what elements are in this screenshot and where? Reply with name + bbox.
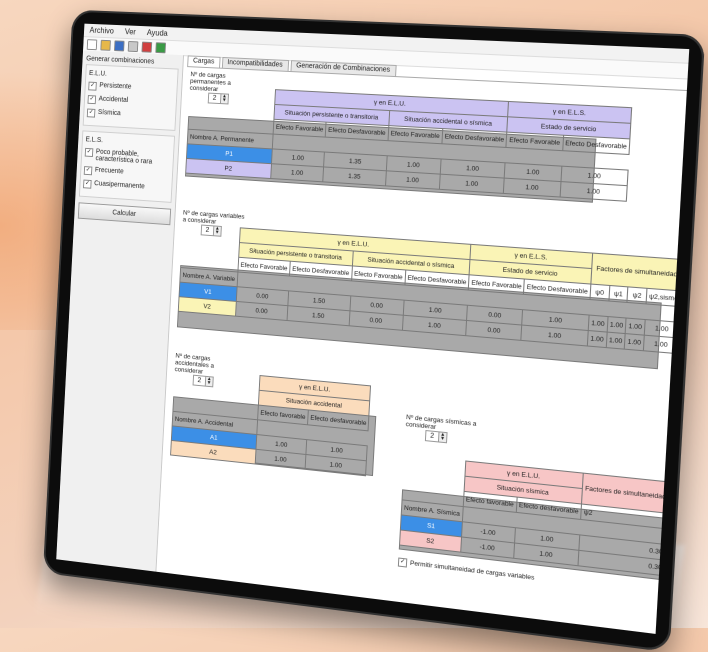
permanent-table: γ en E.L.U. γ en E.L.S. Situación persis… <box>185 85 632 202</box>
menu-ayuda[interactable]: Ayuda <box>147 28 168 38</box>
menu-archivo[interactable]: Archivo <box>89 26 114 36</box>
checkbox-icon[interactable]: ✓ <box>83 166 93 176</box>
monitor-frame: Archivo Ver Ayuda Generar combinaciones … <box>42 9 706 652</box>
tab-cargas[interactable]: Cargas <box>187 55 221 68</box>
excel-export-icon[interactable] <box>155 41 167 53</box>
calculate-button[interactable]: Calcular <box>77 202 172 226</box>
checkbox-icon[interactable]: ✓ <box>397 557 408 568</box>
stepper-value[interactable]: 2 <box>426 432 438 440</box>
pdf-export-icon[interactable] <box>141 41 153 53</box>
cell[interactable]: 1.00 <box>270 163 324 182</box>
cell[interactable]: 1.00 <box>606 316 627 334</box>
cell[interactable]: 1.00 <box>587 330 607 348</box>
cell[interactable]: 1.00 <box>385 170 441 190</box>
els-group: E.L.S. ✓ Poco probable, característica o … <box>78 130 176 203</box>
cell[interactable]: 1.00 <box>624 333 645 351</box>
cell[interactable]: 1.00 <box>605 332 626 350</box>
checkbox-icon[interactable]: ✓ <box>83 179 92 189</box>
cell[interactable]: 1.00 <box>643 335 679 354</box>
print-icon[interactable] <box>127 40 139 52</box>
check-label: Frecuente <box>94 166 124 176</box>
seismic-table: γ en E.L.U. Factores de simultaneidad Si… <box>399 454 670 576</box>
cell[interactable]: 1.35 <box>322 166 387 186</box>
check-label: Sísmica <box>97 109 121 118</box>
check-label: Cuasipermanente <box>94 180 145 191</box>
var-psi0: ψ0 <box>589 284 610 301</box>
tab-incompatibilidades[interactable]: Incompatibilidades <box>221 56 289 71</box>
app-window: Archivo Ver Ayuda Generar combinaciones … <box>56 23 690 634</box>
check-poco-probable[interactable]: ✓ Poco probable, característica o rara <box>84 147 170 167</box>
var-psi2: ψ2 <box>627 286 647 304</box>
cell[interactable]: 1.00 <box>625 318 646 336</box>
check-accidental[interactable]: ✓ Accidental <box>87 95 173 108</box>
accidental-table: γ en E.L.U. Situación accidental Efecto … <box>170 367 371 476</box>
check-frecuente[interactable]: ✓ Frecuente <box>83 166 170 180</box>
checkbox-icon[interactable]: ✓ <box>87 95 97 105</box>
checkbox-icon[interactable]: ✓ <box>86 108 96 118</box>
stepper-arrows-icon[interactable]: ▲ ▼ <box>437 431 447 443</box>
save-disk-icon[interactable] <box>114 39 125 51</box>
menu-ver[interactable]: Ver <box>125 27 136 36</box>
check-persistente[interactable]: ✓ Persistente <box>88 81 174 95</box>
elu-header: E.L.U. <box>88 70 107 78</box>
checkbox-icon[interactable]: ✓ <box>88 81 97 91</box>
check-sismica[interactable]: ✓ Sísmica <box>86 108 173 122</box>
new-file-icon[interactable] <box>86 38 98 50</box>
els-header: E.L.S. <box>85 136 104 145</box>
main-area: Cargas Incompatibilidades Generación de … <box>160 55 688 634</box>
seismic-count-stepper[interactable]: 2 ▲ ▼ <box>424 430 448 444</box>
cell[interactable]: 1.00 <box>503 178 561 197</box>
open-folder-icon[interactable] <box>100 39 111 51</box>
check-label: Persistente <box>99 82 132 91</box>
cell[interactable]: 1.00 <box>588 315 608 333</box>
check-label: Poco probable, característica o rara <box>95 148 153 166</box>
checkbox-icon[interactable]: ✓ <box>84 147 94 158</box>
var-psi1: ψ1 <box>608 285 629 303</box>
check-cuasipermanente[interactable]: ✓ Cuasipermanente <box>83 179 169 194</box>
check-label: Accidental <box>98 95 129 104</box>
seismic-count: Nº de cargas sísmicas a considerar 2 ▲ ▼ <box>405 414 477 446</box>
elu-group: E.L.U. ✓ Persistente ✓ Accidental ✓ Sísmica <box>82 64 179 131</box>
